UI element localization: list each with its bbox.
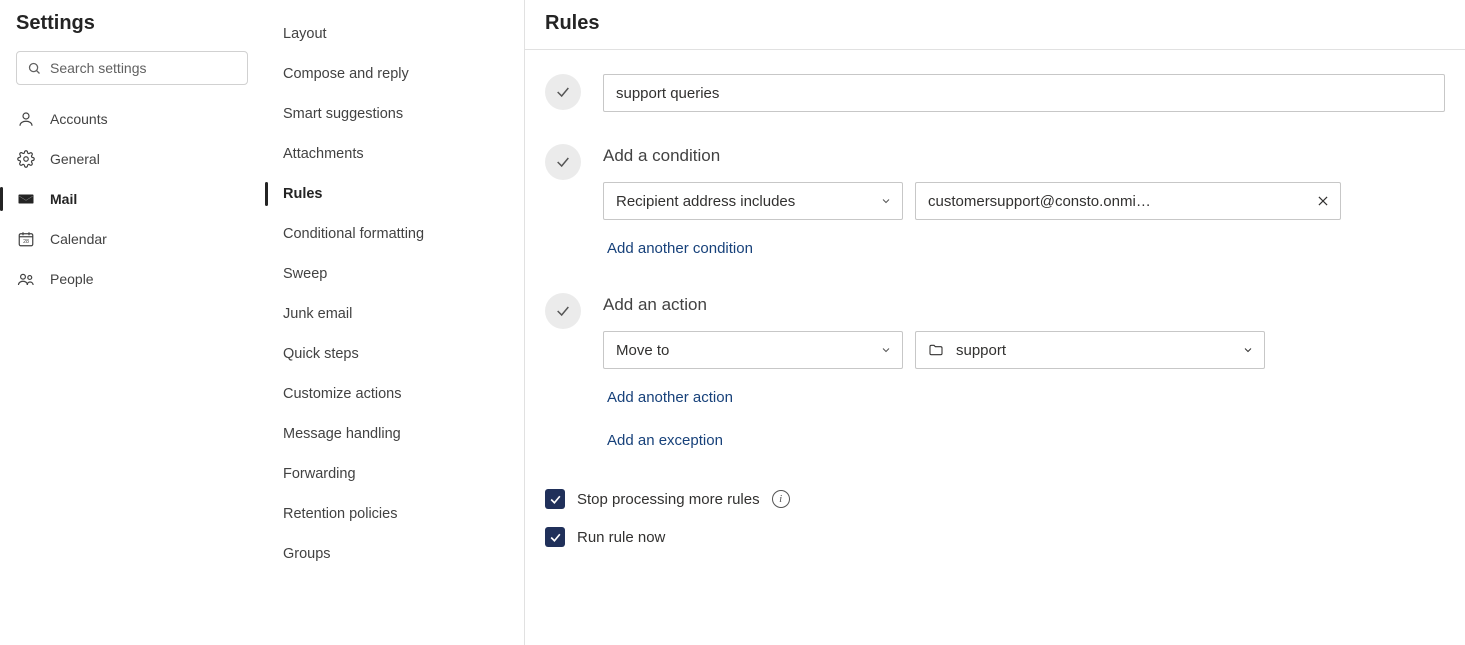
step-complete-icon bbox=[545, 144, 581, 180]
category-calendar[interactable]: 28 Calendar bbox=[0, 219, 264, 259]
folder-icon bbox=[928, 342, 944, 358]
category-mail[interactable]: Mail bbox=[0, 179, 264, 219]
sub-message-handling[interactable]: Message handling bbox=[265, 414, 524, 454]
sub-compose-reply[interactable]: Compose and reply bbox=[265, 54, 524, 94]
sub-junk-email[interactable]: Junk email bbox=[265, 294, 524, 334]
dropdown-label: Move to bbox=[616, 342, 669, 359]
sub-forwarding[interactable]: Forwarding bbox=[265, 454, 524, 494]
add-another-condition-link[interactable]: Add another condition bbox=[603, 236, 757, 261]
action-heading: Add an action bbox=[603, 295, 1445, 315]
search-settings-input[interactable] bbox=[50, 60, 237, 76]
run-rule-now-checkbox[interactable] bbox=[545, 527, 565, 547]
sub-sweep[interactable]: Sweep bbox=[265, 254, 524, 294]
settings-title: Settings bbox=[0, 12, 264, 45]
step-complete-icon bbox=[545, 293, 581, 329]
action-folder-picker[interactable]: support bbox=[915, 331, 1265, 369]
sub-rules[interactable]: Rules bbox=[265, 174, 524, 214]
rules-panel: Rules Add a condition Recipient address … bbox=[525, 0, 1465, 645]
chevron-down-icon bbox=[880, 195, 892, 207]
category-accounts[interactable]: Accounts bbox=[0, 99, 264, 139]
sub-smart-suggestions[interactable]: Smart suggestions bbox=[265, 94, 524, 134]
action-type-dropdown[interactable]: Move to bbox=[603, 331, 903, 369]
step-complete-icon bbox=[545, 74, 581, 110]
panel-title: Rules bbox=[525, 0, 1465, 50]
search-icon bbox=[27, 61, 42, 76]
rule-name-input[interactable] bbox=[603, 74, 1445, 112]
calendar-icon: 28 bbox=[16, 230, 36, 248]
add-exception-link[interactable]: Add an exception bbox=[603, 428, 1445, 453]
category-label: Mail bbox=[50, 191, 77, 207]
mail-icon bbox=[16, 190, 36, 208]
category-label: General bbox=[50, 151, 100, 167]
run-rule-now-label: Run rule now bbox=[577, 529, 665, 546]
gear-icon bbox=[16, 150, 36, 168]
condition-heading: Add a condition bbox=[603, 146, 1445, 166]
add-another-action-link[interactable]: Add another action bbox=[603, 385, 1445, 410]
search-settings-box[interactable] bbox=[16, 51, 248, 85]
condition-type-dropdown[interactable]: Recipient address includes bbox=[603, 182, 903, 220]
people-icon bbox=[16, 270, 36, 288]
stop-processing-label: Stop processing more rules bbox=[577, 491, 760, 508]
clear-condition-value-icon[interactable] bbox=[1316, 194, 1330, 208]
category-label: Accounts bbox=[50, 111, 108, 127]
info-icon[interactable]: i bbox=[772, 490, 790, 508]
sub-layout[interactable]: Layout bbox=[265, 14, 524, 54]
settings-sidebar: Settings Accounts General Mail 28 Calend… bbox=[0, 0, 265, 645]
action-folder-label: support bbox=[956, 342, 1230, 359]
dropdown-label: Recipient address includes bbox=[616, 193, 795, 210]
category-general[interactable]: General bbox=[0, 139, 264, 179]
chevron-down-icon bbox=[1242, 344, 1254, 356]
svg-text:28: 28 bbox=[23, 239, 29, 245]
sub-quick-steps[interactable]: Quick steps bbox=[265, 334, 524, 374]
chevron-down-icon bbox=[880, 344, 892, 356]
category-label: People bbox=[50, 271, 94, 287]
stop-processing-checkbox[interactable] bbox=[545, 489, 565, 509]
sub-attachments[interactable]: Attachments bbox=[265, 134, 524, 174]
person-icon bbox=[16, 110, 36, 128]
sub-retention-policies[interactable]: Retention policies bbox=[265, 494, 524, 534]
sub-groups[interactable]: Groups bbox=[265, 534, 524, 574]
category-people[interactable]: People bbox=[0, 259, 264, 299]
condition-value-box[interactable]: customersupport@consto.onmi… bbox=[915, 182, 1341, 220]
mail-subcategories: Layout Compose and reply Smart suggestio… bbox=[265, 0, 525, 645]
condition-value-text: customersupport@consto.onmi… bbox=[928, 193, 1306, 210]
sub-conditional-formatting[interactable]: Conditional formatting bbox=[265, 214, 524, 254]
sub-customize-actions[interactable]: Customize actions bbox=[265, 374, 524, 414]
category-label: Calendar bbox=[50, 231, 107, 247]
